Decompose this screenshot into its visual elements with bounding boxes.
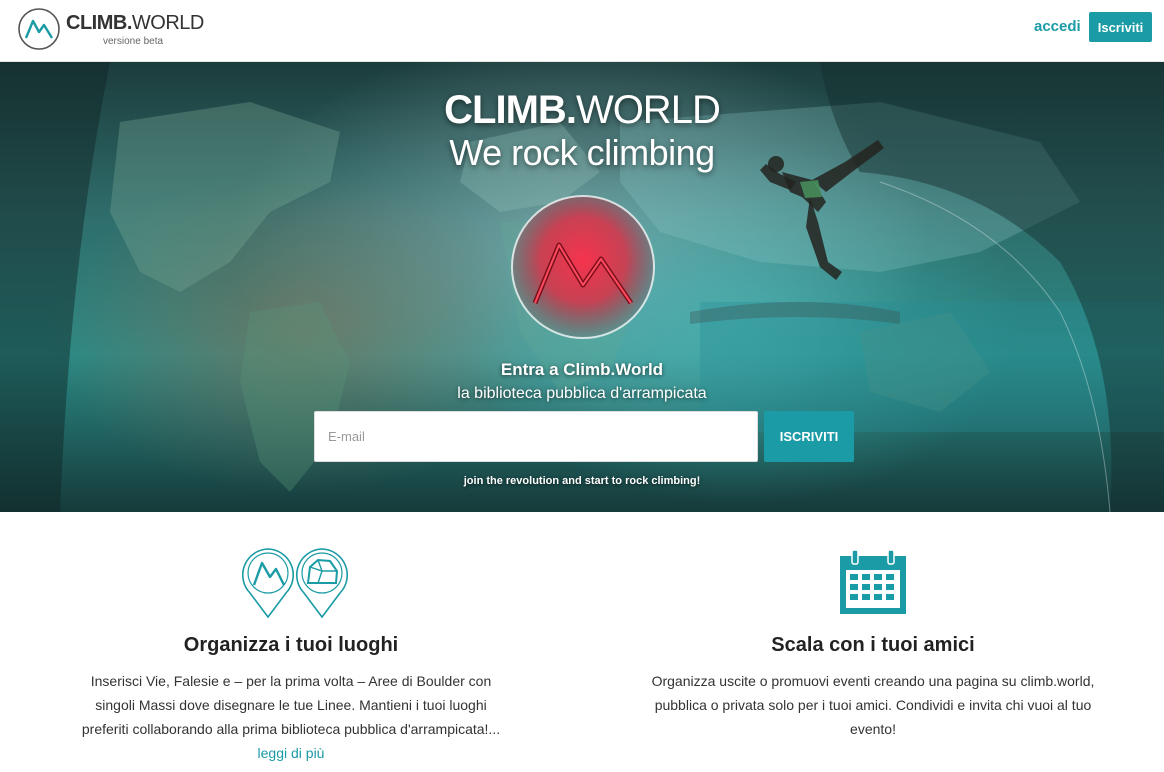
feature-friends: Scala con i tuoi amici Organizza uscite … [582, 512, 1164, 772]
map-pins-icon [241, 548, 349, 619]
hero-title: CLIMB.WORLD [444, 88, 721, 132]
feature-friends-text: Organizza uscite o promuovi eventi crean… [651, 673, 1095, 737]
read-more-link[interactable]: leggi di più [70, 741, 512, 765]
hero-section: CLIMB.WORLD We rock climbing Entra a Cli… [0, 62, 1164, 512]
feature-places-description: Inserisci Vie, Falesie e – per la prima … [81, 673, 501, 737]
feature-friends-title: Scala con i tuoi amici [771, 634, 975, 656]
signup-button[interactable]: Iscriviti [1089, 12, 1152, 42]
signup-submit-button[interactable]: ISCRIVITI [764, 411, 854, 462]
feature-places-title: Organizza i tuoi luoghi [183, 634, 399, 656]
calendar-icon [840, 549, 906, 614]
hero-subtitle: We rock climbing [449, 132, 715, 173]
top-navigation-bar: CLIMB.WORLD versione beta accedi Iscrivi… [0, 0, 1164, 62]
brand-name[interactable]: CLIMB.WORLD [66, 12, 204, 35]
mountain-emblem-icon [511, 195, 655, 339]
hero-intro-subtitle: la biblioteca pubblica d'arrampicata [457, 385, 707, 402]
hero-tagline: join the revolution and start to rock cl… [463, 475, 701, 487]
email-input[interactable] [314, 411, 758, 462]
hero-intro-title: Entra a Climb.World [500, 360, 664, 379]
climb-world-logo-icon[interactable] [17, 7, 61, 51]
feature-places: Organizza i tuoi luoghi Inserisci Vie, F… [0, 512, 582, 772]
feature-places-text: Inserisci Vie, Falesie e – per la prima … [70, 669, 512, 765]
login-link[interactable]: accedi [1034, 18, 1081, 35]
beta-label: versione beta [103, 36, 164, 47]
